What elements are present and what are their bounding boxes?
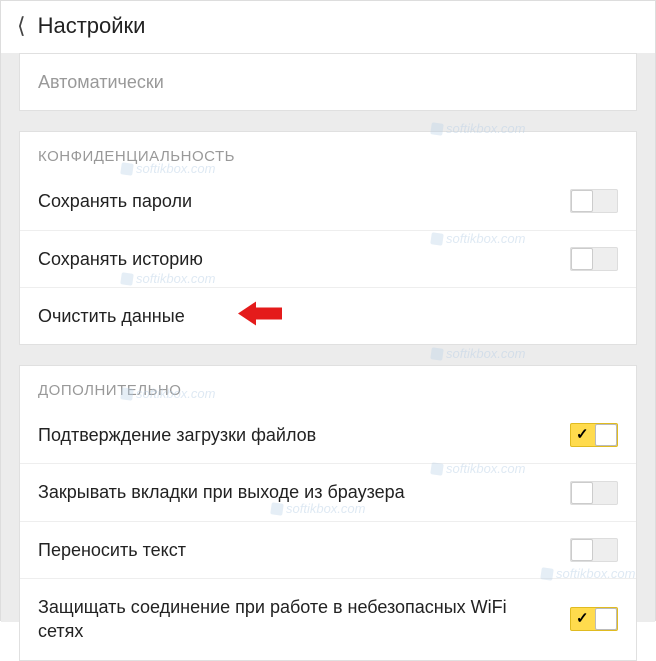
privacy-section-header: КОНФИДЕНЦИАЛЬНОСТЬ [20,132,636,173]
page-title: Настройки [38,13,146,39]
wrap-text-toggle[interactable] [570,538,618,562]
close-tabs-label: Закрывать вкладки при выходе из браузера [38,480,570,504]
privacy-panel: КОНФИДЕНЦИАЛЬНОСТЬ Сохранять пароли Сохр… [19,131,637,345]
save-history-label: Сохранять историю [38,247,570,271]
protect-wifi-row[interactable]: Защищать соединение при работе в небезоп… [20,578,636,660]
confirm-download-toggle[interactable] [570,423,618,447]
wrap-text-label: Переносить текст [38,538,570,562]
wrap-text-row[interactable]: Переносить текст [20,521,636,578]
additional-section-header: ДОПОЛНИТЕЛЬНО [20,366,636,407]
protect-wifi-label: Защищать соединение при работе в небезоп… [38,595,570,644]
arrow-left-icon [238,300,282,333]
clear-data-row[interactable]: Очистить данные [20,287,636,344]
auto-label: Автоматически [38,70,618,94]
save-passwords-toggle[interactable] [570,189,618,213]
back-icon[interactable]: ⟨ [17,13,26,39]
close-tabs-toggle[interactable] [570,481,618,505]
save-passwords-label: Сохранять пароли [38,189,570,213]
settings-scroll-area[interactable]: Автоматически КОНФИДЕНЦИАЛЬНОСТЬ Сохраня… [1,53,655,622]
auto-panel: Автоматически [19,53,637,111]
auto-row[interactable]: Автоматически [20,54,636,110]
close-tabs-row[interactable]: Закрывать вкладки при выходе из браузера [20,463,636,520]
save-passwords-row[interactable]: Сохранять пароли [20,173,636,229]
clear-data-label: Очистить данные [38,304,618,328]
additional-panel: ДОПОЛНИТЕЛЬНО Подтверждение загрузки фай… [19,365,637,660]
save-history-row[interactable]: Сохранять историю [20,230,636,287]
header-bar: ⟨ Настройки [1,1,655,51]
save-history-toggle[interactable] [570,247,618,271]
confirm-download-row[interactable]: Подтверждение загрузки файлов [20,407,636,463]
confirm-download-label: Подтверждение загрузки файлов [38,423,570,447]
protect-wifi-toggle[interactable] [570,607,618,631]
